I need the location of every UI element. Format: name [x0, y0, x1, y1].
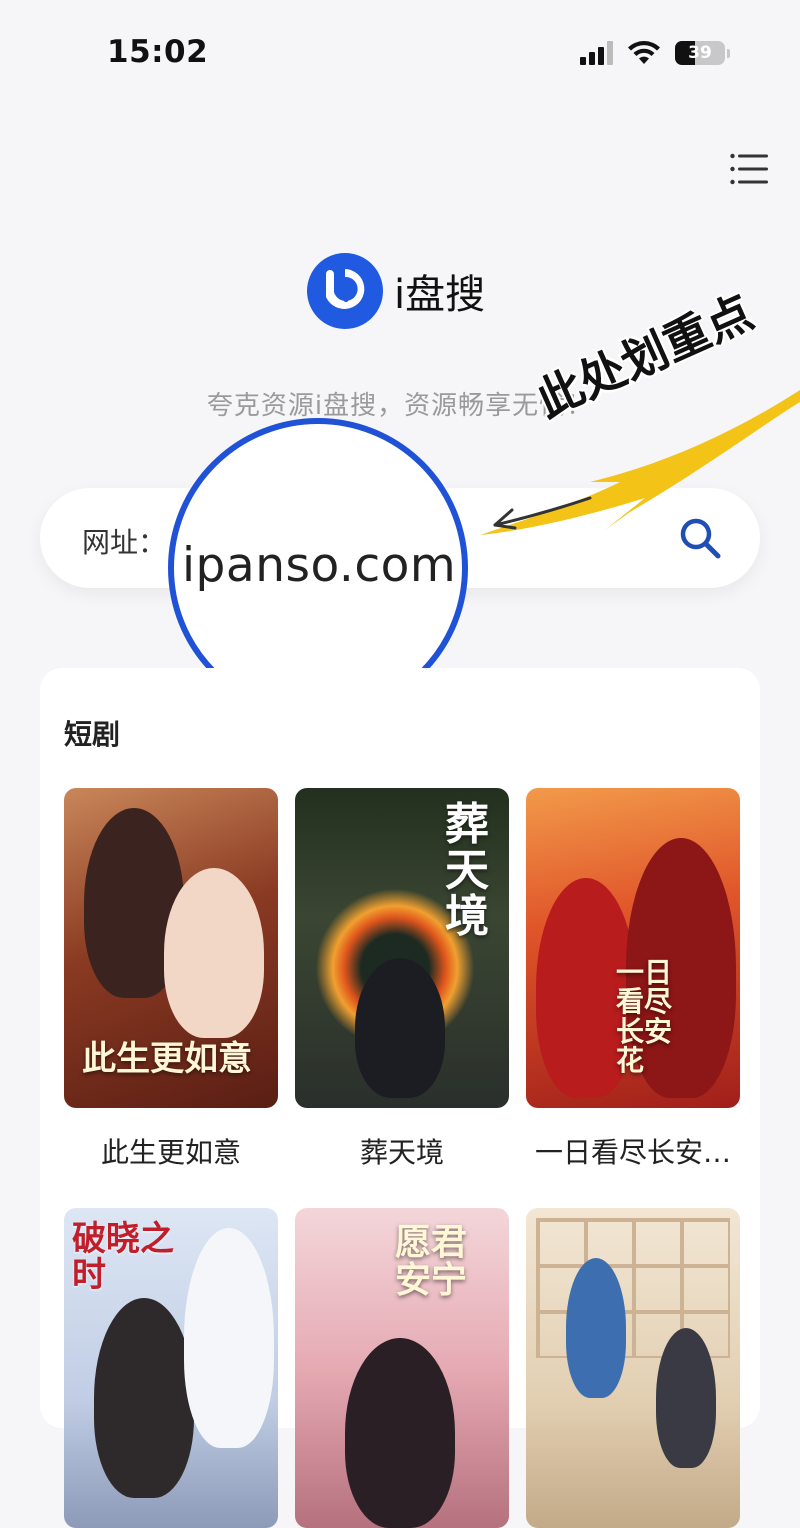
section-title: 短剧: [64, 718, 121, 751]
poster-title-overlay: 葬天境: [445, 799, 489, 943]
poster-item[interactable]: 愿君安宁: [295, 1208, 509, 1528]
ipanso-logo-icon: [307, 253, 383, 329]
app-name: i盘搜: [394, 272, 486, 318]
battery-percent: 39: [688, 43, 712, 63]
hamburger-menu-icon[interactable]: [730, 152, 768, 186]
poster-item[interactable]: 此生更如意: [64, 788, 278, 1108]
poster-caption[interactable]: 一日看尽长安…: [526, 1131, 740, 1171]
battery-tip: [727, 48, 730, 58]
poster-title-overlay: 破晓之时: [72, 1219, 174, 1295]
poster-title-overlay: 愿君安宁: [395, 1222, 468, 1301]
annotation-url: ipanso.com: [182, 538, 457, 593]
poster-caption[interactable]: 此生更如意: [64, 1131, 278, 1171]
short-drama-card: 短剧 此生更如意 此生更如意 葬天境 葬天境 一日看尽长安花 一日看尽长安… 破…: [40, 668, 760, 1528]
battery-icon: 39: [675, 41, 725, 65]
search-label: 网址：: [82, 526, 167, 559]
poster-item[interactable]: 一日看尽长安花: [526, 788, 740, 1108]
poster-item[interactable]: 破晓之时: [64, 1208, 278, 1528]
annotation-arrow-icon: [480, 390, 800, 535]
poster-item[interactable]: 葬天境: [295, 788, 509, 1108]
wifi-icon: [628, 41, 660, 64]
poster-item[interactable]: [526, 1208, 740, 1528]
poster-title-overlay: 此生更如意: [82, 1039, 252, 1080]
app-logo: i盘搜: [306, 252, 485, 330]
cellular-signal-icon: [580, 41, 613, 65]
poster-title-overlay: 一日看尽长安花: [616, 956, 673, 1078]
poster-caption[interactable]: 葬天境: [295, 1131, 509, 1171]
status-icons: 39: [580, 40, 730, 66]
status-time: 15:02: [107, 34, 209, 70]
